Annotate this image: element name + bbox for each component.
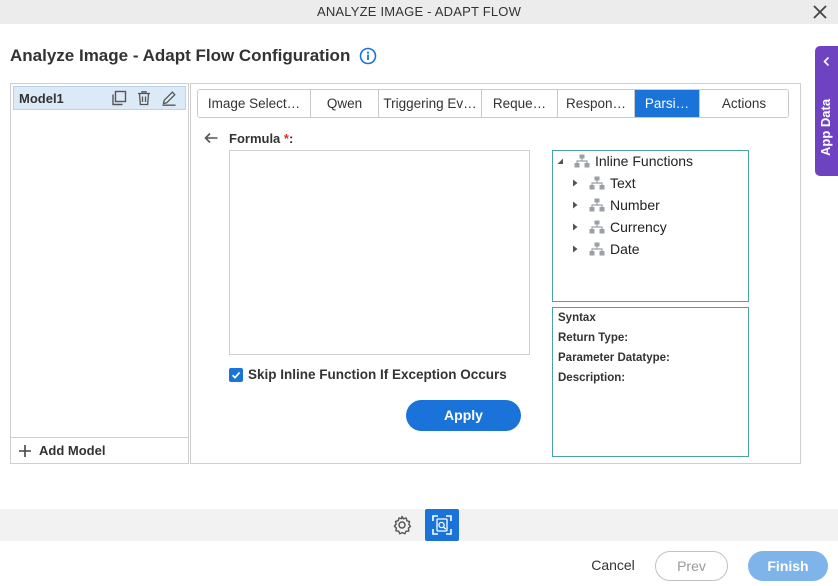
info-icon[interactable] (359, 47, 377, 65)
tree-item-label: Number (610, 197, 660, 213)
tab-request[interactable]: Reque… (482, 90, 558, 117)
configuration-panel: Image Select… Qwen Triggering Ev… Reque…… (190, 83, 801, 464)
gear-icon[interactable] (391, 514, 413, 536)
chevron-left-icon (823, 56, 830, 67)
tree-item-label: Date (610, 241, 640, 257)
formula-label-text: Formula (229, 131, 281, 146)
expand-triangle-icon[interactable] (571, 245, 579, 253)
hierarchy-icon (589, 176, 605, 190)
hierarchy-icon (589, 242, 605, 256)
tree-root[interactable]: Inline Functions (556, 151, 693, 171)
tab-qwen[interactable]: Qwen (311, 90, 379, 117)
prev-button[interactable]: Prev (655, 551, 728, 581)
expand-triangle-icon[interactable] (571, 179, 579, 187)
edit-icon[interactable] (160, 89, 178, 107)
tab-response[interactable]: Respon… (558, 90, 635, 117)
image-analyze-button[interactable] (425, 509, 459, 541)
collapse-triangle-icon[interactable] (556, 157, 564, 165)
copy-icon[interactable] (110, 89, 128, 107)
description-label: Description: (558, 372, 626, 384)
tab-parsing[interactable]: Parsi… (635, 90, 700, 117)
skip-inline-function-label: Skip Inline Function If Exception Occurs (248, 367, 507, 382)
hierarchy-icon (589, 198, 605, 212)
add-model-label: Add Model (39, 443, 106, 458)
close-icon[interactable] (810, 2, 830, 22)
tab-triggering-events[interactable]: Triggering Ev… (379, 90, 482, 117)
tab-image-select[interactable]: Image Select… (198, 90, 311, 117)
model-item[interactable]: Model1 (13, 86, 186, 110)
window-title: ANALYZE IMAGE - ADAPT FLOW (316, 4, 522, 19)
back-arrow-icon[interactable] (203, 131, 219, 145)
add-model-button[interactable]: Add Model (11, 437, 188, 463)
hierarchy-icon (589, 220, 605, 234)
apply-button[interactable]: Apply (406, 400, 521, 431)
parameter-datatype-label: Parameter Datatype: (558, 352, 670, 364)
page-heading: Analyze Image - Adapt Flow Configuration (10, 46, 377, 66)
app-data-label: App Data (818, 98, 833, 156)
tree-item-number[interactable]: Number (571, 195, 660, 215)
expand-triangle-icon[interactable] (571, 223, 579, 231)
tree-item-currency[interactable]: Currency (571, 217, 667, 237)
syntax-info-panel: Syntax Return Type: Parameter Datatype: … (552, 307, 749, 457)
tree-item-text[interactable]: Text (571, 173, 636, 193)
model-panel: Model1 Add Model (10, 83, 189, 464)
formula-input[interactable] (229, 150, 530, 355)
inline-functions-tree: Inline Functions Text Number Currency Da… (552, 150, 749, 302)
delete-icon[interactable] (135, 89, 153, 107)
plus-icon (19, 444, 31, 457)
expand-triangle-icon[interactable] (571, 201, 579, 209)
finish-button[interactable]: Finish (748, 551, 828, 581)
app-data-tab[interactable]: App Data (815, 46, 838, 176)
window-titlebar: ANALYZE IMAGE - ADAPT FLOW (0, 0, 838, 24)
syntax-label: Syntax (558, 312, 596, 324)
cancel-button[interactable]: Cancel (578, 551, 648, 581)
skip-inline-function-checkbox[interactable] (229, 367, 243, 382)
hierarchy-icon (574, 154, 590, 168)
formula-label-suffix: : (288, 131, 294, 146)
page-title: Analyze Image - Adapt Flow Configuration (10, 46, 351, 65)
model-name: Model1 (19, 90, 64, 106)
tree-item-date[interactable]: Date (571, 239, 640, 259)
return-type-label: Return Type: (558, 332, 629, 344)
skip-inline-function-option[interactable]: Skip Inline Function If Exception Occurs (229, 367, 507, 382)
bottom-toolbar (0, 509, 838, 541)
checkmark-icon (231, 371, 241, 379)
tab-actions[interactable]: Actions (700, 90, 788, 117)
tree-item-label: Text (610, 175, 636, 191)
formula-label: Formula *: (229, 131, 293, 146)
tab-bar: Image Select… Qwen Triggering Ev… Reque…… (197, 89, 789, 118)
image-scan-icon (432, 515, 452, 535)
tree-root-label: Inline Functions (595, 153, 694, 169)
tree-item-label: Currency (610, 219, 667, 235)
